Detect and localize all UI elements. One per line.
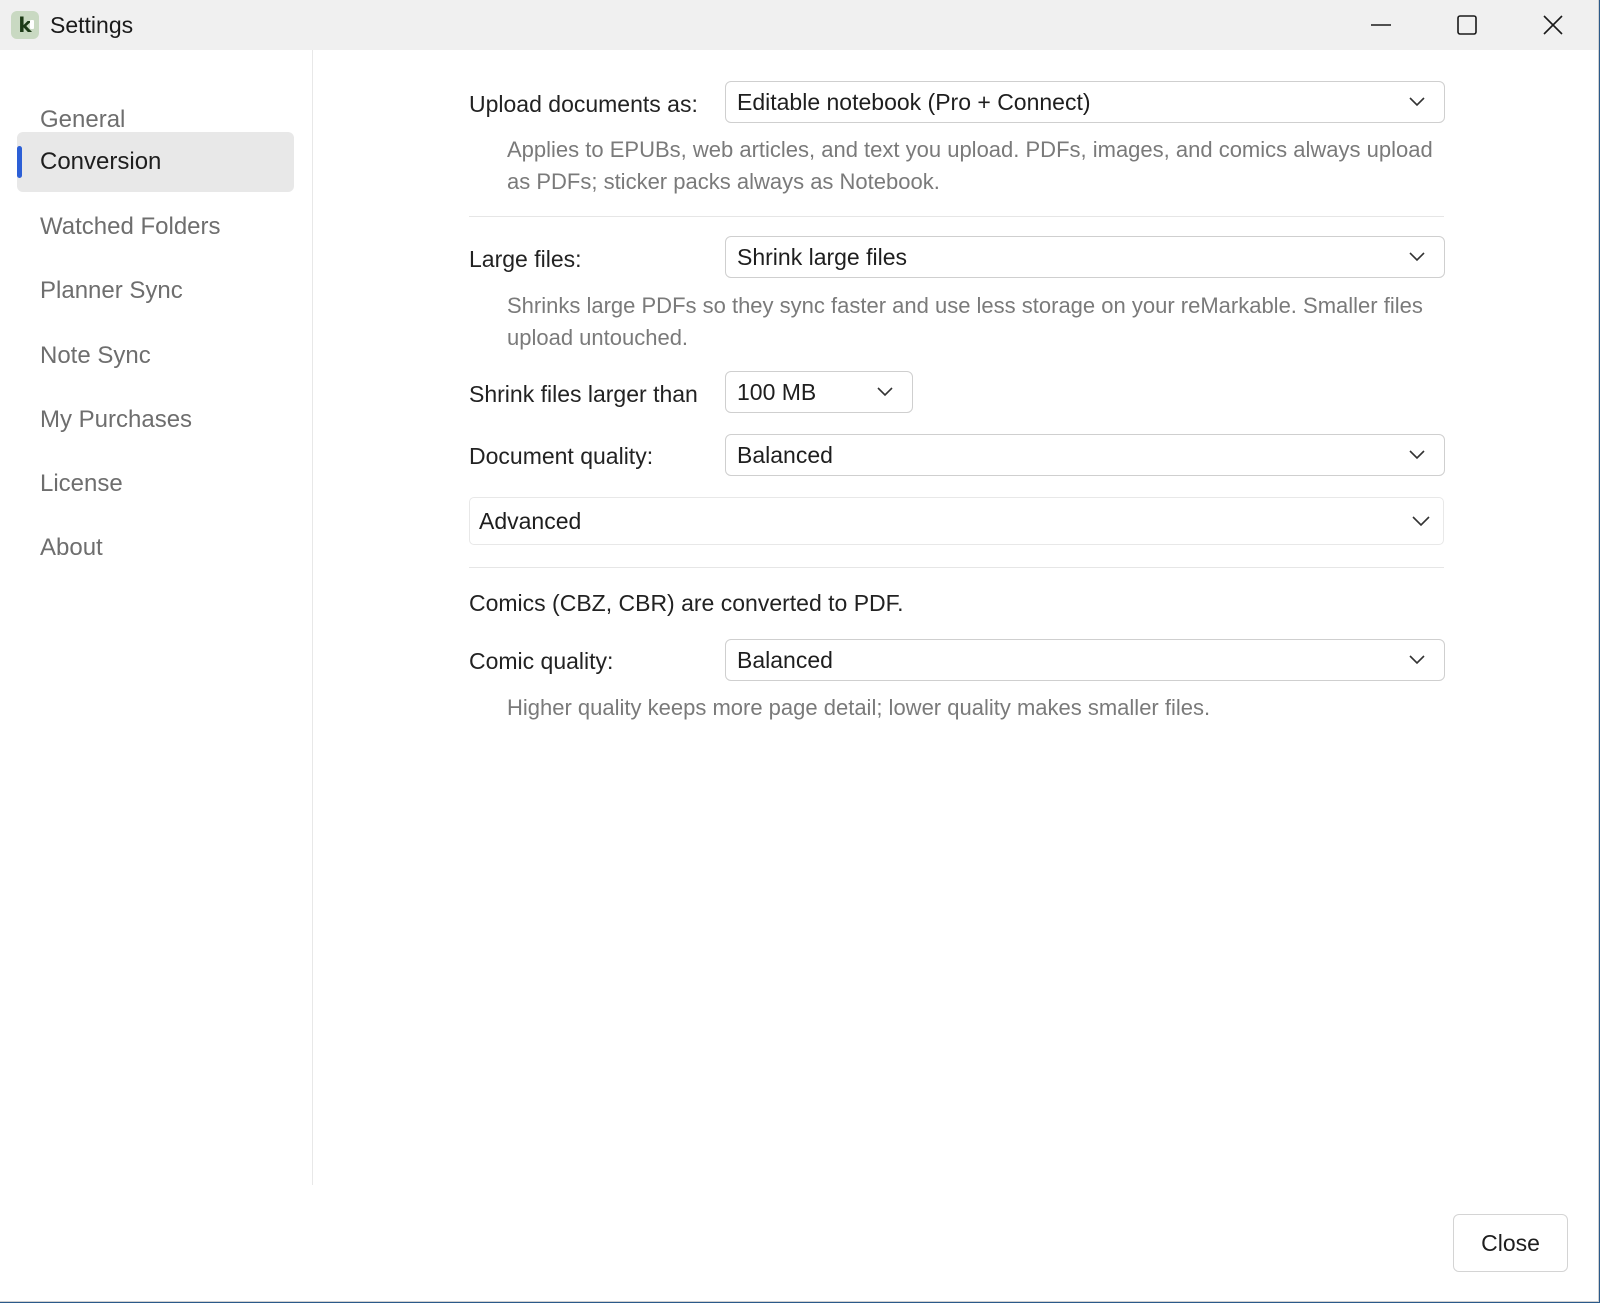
maximize-button[interactable] — [1424, 0, 1510, 50]
close-icon — [1543, 15, 1563, 35]
sidebar-item-planner-sync[interactable]: Planner Sync — [17, 261, 294, 321]
upload-as-label: Upload documents as: — [469, 91, 698, 117]
close-window-button[interactable] — [1510, 0, 1596, 50]
advanced-expander[interactable]: Advanced — [469, 497, 1444, 545]
chevron-down-icon — [1412, 516, 1430, 527]
advanced-label: Advanced — [479, 507, 582, 534]
comic-quality-dropdown[interactable]: Balanced — [725, 639, 1445, 681]
sidebar-item-my-purchases[interactable]: My Purchases — [17, 390, 294, 450]
sidebar-item-watched-folders[interactable]: Watched Folders — [17, 197, 294, 257]
upload-as-dropdown[interactable]: Editable notebook (Pro + Connect) — [725, 81, 1445, 123]
large-files-value: Shrink large files — [737, 243, 908, 270]
large-files-help-text: Shrinks large PDFs so they sync faster a… — [507, 293, 1423, 350]
close-button[interactable]: Close — [1453, 1214, 1568, 1272]
sidebar-item-note-sync[interactable]: Note Sync — [17, 326, 294, 386]
chevron-down-icon — [1409, 450, 1425, 460]
upload-as-help-text: Applies to EPUBs, web articles, and text… — [507, 137, 1433, 194]
section-divider — [469, 216, 1444, 217]
shrink-threshold-value: 100 MB — [737, 378, 817, 405]
comic-quality-value: Balanced — [737, 646, 833, 673]
sidebar-item-about[interactable]: About — [17, 518, 294, 578]
document-quality-dropdown[interactable]: Balanced — [725, 434, 1445, 476]
chevron-down-icon — [1409, 252, 1425, 262]
shrink-threshold-dropdown[interactable]: 100 MB — [725, 371, 913, 413]
comic-quality-help-text: Higher quality keeps more page detail; l… — [507, 695, 1211, 720]
app-logo-icon: k — [11, 11, 39, 39]
window-title: Settings — [50, 12, 134, 38]
minimize-icon — [1371, 24, 1391, 26]
maximize-icon — [1457, 15, 1477, 35]
shrink-threshold-label: Shrink files larger than — [469, 381, 698, 407]
settings-sidebar: General Conversion Watched Folders Plann… — [0, 50, 313, 1185]
sidebar-item-license[interactable]: License — [17, 454, 294, 514]
document-quality-value: Balanced — [737, 441, 833, 468]
large-files-dropdown[interactable]: Shrink large files — [725, 236, 1445, 278]
upload-as-value: Editable notebook (Pro + Connect) — [737, 88, 1091, 115]
chevron-down-icon — [1409, 97, 1425, 107]
title-bar[interactable]: k Settings — [0, 0, 1598, 50]
minimize-button[interactable] — [1338, 0, 1424, 50]
chevron-down-icon — [877, 387, 893, 397]
large-files-label: Large files: — [469, 246, 582, 272]
section-divider — [469, 567, 1444, 568]
sidebar-item-conversion[interactable]: Conversion — [17, 132, 294, 192]
settings-window: k Settings General Conversion Watched Fo… — [0, 0, 1599, 1302]
chevron-down-icon — [1409, 655, 1425, 665]
document-quality-label: Document quality: — [469, 443, 654, 469]
comics-note: Comics (CBZ, CBR) are converted to PDF. — [469, 590, 904, 616]
comic-quality-label: Comic quality: — [469, 648, 614, 674]
